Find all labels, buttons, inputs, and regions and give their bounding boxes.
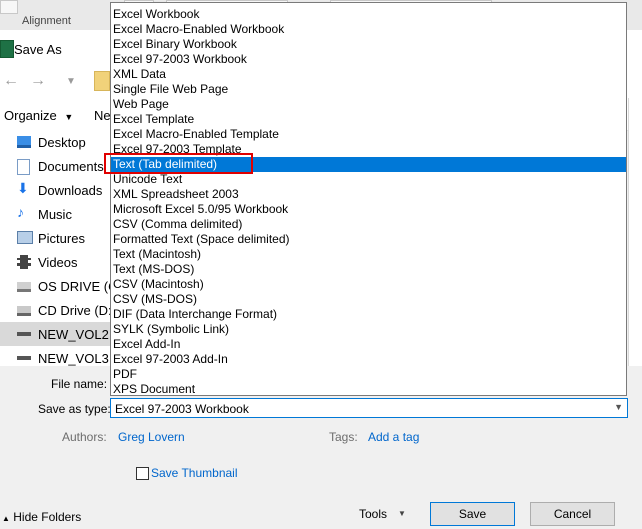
file-type-option[interactable]: XML Spreadsheet 2003 (111, 187, 626, 202)
cd-drive-icon (17, 306, 31, 316)
file-type-option[interactable]: XPS Document (111, 382, 626, 397)
file-type-option[interactable]: Excel 97-2003 Workbook (111, 52, 626, 67)
hide-folders-label: Hide Folders (13, 510, 82, 524)
file-name-label: File name: (51, 377, 108, 391)
authors-value[interactable]: Greg Lovern (118, 430, 185, 444)
excel-app-icon (0, 40, 14, 58)
save-as-type-select[interactable]: Excel 97-2003 Workbook ▼ (110, 398, 628, 418)
file-type-option[interactable]: Unicode Text (111, 172, 626, 187)
ribbon-button[interactable] (0, 0, 18, 14)
nav-item-label: Music (38, 207, 72, 222)
forward-arrow-icon[interactable]: → (30, 72, 46, 90)
back-arrow-icon[interactable]: ← (3, 72, 19, 90)
file-type-option[interactable]: Excel Workbook (111, 7, 626, 22)
tags-label: Tags: (329, 430, 358, 444)
file-type-option[interactable]: Formatted Text (Space delimited) (111, 232, 626, 247)
nav-item-new-vol3[interactable]: NEW_VOL3 (E (0, 346, 110, 366)
usb-drive-icon (17, 332, 31, 336)
file-type-option[interactable]: Excel Macro-Enabled Template (111, 127, 626, 142)
file-type-option[interactable]: Single File Web Page (111, 82, 626, 97)
nav-item-music[interactable]: ♪ Music (0, 202, 110, 226)
documents-icon (17, 159, 30, 175)
save-as-type-value: Excel 97-2003 Workbook (115, 402, 249, 416)
save-as-type-label: Save as type: (38, 402, 111, 416)
nav-item-label: NEW_VOL3 (E (38, 351, 110, 366)
save-button[interactable]: Save (430, 502, 515, 526)
nav-item-label: Desktop (38, 135, 86, 150)
dialog-title: Save As (14, 42, 62, 57)
organize-label: Organize (4, 108, 57, 123)
nav-item-label: OS DRIVE (C:) (38, 279, 110, 294)
file-type-option[interactable]: SYLK (Symbolic Link) (111, 322, 626, 337)
save-thumbnail-label[interactable]: Save Thumbnail (151, 466, 238, 480)
file-type-option[interactable]: DIF (Data Interchange Format) (111, 307, 626, 322)
ribbon-group-label: Alignment (22, 15, 71, 27)
nav-item-new-vol2[interactable]: NEW_VOL2 (E (0, 322, 110, 346)
file-type-dropdown-list[interactable]: Excel Workbook Excel Macro-Enabled Workbo… (110, 2, 627, 396)
nav-item-label: Documents (38, 159, 104, 174)
save-thumbnail-checkbox[interactable] (136, 467, 149, 480)
folder-icon (94, 71, 110, 91)
chevron-down-icon[interactable]: ▼ (614, 402, 623, 412)
nav-item-desktop[interactable]: Desktop (0, 130, 110, 154)
chevron-down-icon: ▼ (64, 112, 74, 122)
file-type-option[interactable]: Excel Binary Workbook (111, 37, 626, 52)
file-type-option[interactable]: Excel Macro-Enabled Workbook (111, 22, 626, 37)
file-type-option[interactable]: Text (MS-DOS) (111, 262, 626, 277)
file-type-option[interactable]: CSV (Macintosh) (111, 277, 626, 292)
usb-drive-icon (17, 356, 31, 360)
file-type-option[interactable]: Text (Macintosh) (111, 247, 626, 262)
new-folder-button[interactable]: Ne (94, 108, 111, 123)
file-type-option[interactable]: CSV (MS-DOS) (111, 292, 626, 307)
hide-folders-button[interactable]: ▲ Hide Folders (2, 510, 81, 524)
chevron-up-icon: ▲ (2, 514, 10, 523)
music-icon: ♪ (17, 204, 24, 220)
nav-item-downloads[interactable]: ⬇ Downloads (0, 178, 110, 202)
nav-item-label: Videos (38, 255, 78, 270)
file-type-option[interactable]: Excel Add-In (111, 337, 626, 352)
file-type-option[interactable]: XML Data (111, 67, 626, 82)
highlight-box (104, 153, 253, 174)
nav-item-label: NEW_VOL2 (E (38, 327, 110, 342)
pictures-icon (17, 231, 33, 244)
file-type-option[interactable]: CSV (Comma delimited) (111, 217, 626, 232)
nav-item-label: Pictures (38, 231, 85, 246)
navigation-pane: Desktop Documents ⬇ Downloads ♪ Music Pi… (0, 130, 110, 366)
authors-label: Authors: (62, 430, 107, 444)
drive-icon (17, 282, 31, 292)
nav-item-documents[interactable]: Documents (0, 154, 110, 178)
nav-item-label: CD Drive (D:) (38, 303, 110, 318)
file-type-option[interactable]: Web Page (111, 97, 626, 112)
recent-locations-chevron-icon[interactable]: ▼ (66, 76, 76, 87)
file-type-option[interactable]: Excel 97-2003 Add-In (111, 352, 626, 367)
organize-button[interactable]: Organize ▼ (4, 108, 73, 123)
file-type-option[interactable]: PDF (111, 367, 626, 382)
nav-item-cd-drive[interactable]: CD Drive (D:) (0, 298, 110, 322)
nav-item-videos[interactable]: Videos (0, 250, 110, 274)
desktop-icon (17, 136, 31, 148)
nav-item-label: Downloads (38, 183, 103, 198)
file-type-option[interactable]: Excel Template (111, 112, 626, 127)
videos-icon (17, 255, 31, 269)
nav-item-os-drive[interactable]: OS DRIVE (C:) (0, 274, 110, 298)
cancel-button[interactable]: Cancel (530, 502, 615, 526)
file-list-pane (628, 98, 642, 366)
tools-button[interactable]: Tools (359, 507, 387, 521)
downloads-icon: ⬇ (17, 180, 29, 196)
tags-input[interactable]: Add a tag (368, 430, 419, 444)
file-type-option[interactable]: Microsoft Excel 5.0/95 Workbook (111, 202, 626, 217)
nav-item-pictures[interactable]: Pictures (0, 226, 110, 250)
chevron-down-icon[interactable]: ▼ (398, 509, 406, 518)
